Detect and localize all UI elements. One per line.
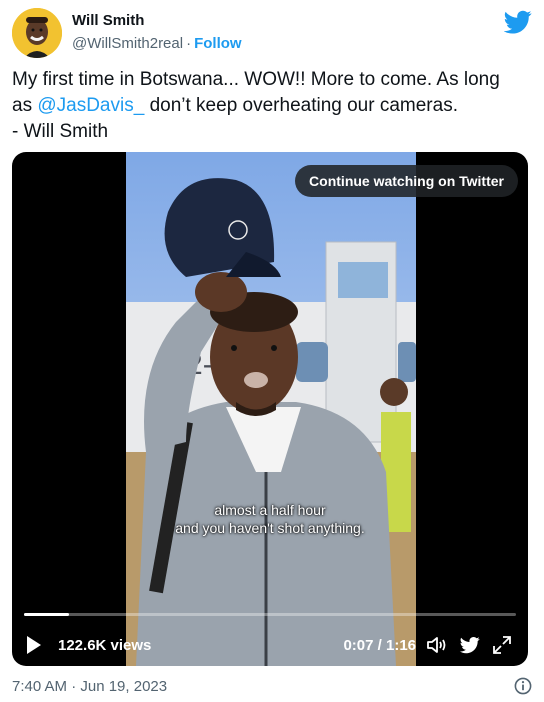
tweet-line-1: My first time in Botswana... WOW!! More …: [12, 69, 500, 90]
author-name[interactable]: Will Smith: [72, 12, 144, 29]
tweet-timestamp[interactable]: 7:40 AM · Jun 19, 2023: [12, 678, 167, 695]
volume-icon[interactable]: [426, 635, 448, 655]
tweet-text: My first time in Botswana... WOW!! More …: [12, 67, 532, 145]
view-count: 122.6K views: [58, 637, 152, 654]
play-icon[interactable]: [26, 635, 42, 655]
continue-watching-button[interactable]: Continue watching on Twitter: [295, 165, 518, 197]
caption-line-1: almost a half hour: [214, 502, 326, 518]
video-player[interactable]: A2- Continue watching: [12, 152, 528, 666]
progress-fill: [24, 613, 70, 616]
info-icon[interactable]: [514, 677, 532, 695]
video-frame: A2-: [126, 152, 416, 666]
progress-bar[interactable]: [24, 613, 516, 616]
avatar[interactable]: [12, 8, 62, 58]
playback-time: 0:07 / 1:16: [343, 637, 416, 654]
caption-line-2: and you haven't shot anything.: [175, 520, 365, 536]
twitter-bird-icon[interactable]: [459, 635, 481, 655]
author-handle[interactable]: @WillSmith2real: [72, 35, 183, 52]
expand-icon[interactable]: [492, 635, 512, 655]
follow-button[interactable]: Follow: [194, 35, 242, 52]
video-caption: almost a half hour and you haven't shot …: [12, 501, 528, 537]
video-controls: 122.6K views 0:07 / 1:16: [24, 630, 516, 660]
handle-row: @WillSmith2real · Follow: [72, 35, 242, 52]
tweet-signature: - Will Smith: [12, 121, 109, 142]
mention-link[interactable]: @JasDavis_: [37, 95, 144, 116]
twitter-bird-icon[interactable]: [504, 8, 532, 36]
tweet-card: Will Smith @WillSmith2real · Follow My fir…: [0, 0, 544, 702]
separator-dot: ·: [186, 35, 192, 52]
tweet-line-2-suffix: don’t keep overheating our cameras.: [144, 95, 458, 116]
tweet-line-2-prefix: as: [12, 95, 38, 116]
tweet-line-2: as @JasDavis_ don’t keep overheating our…: [12, 93, 532, 119]
